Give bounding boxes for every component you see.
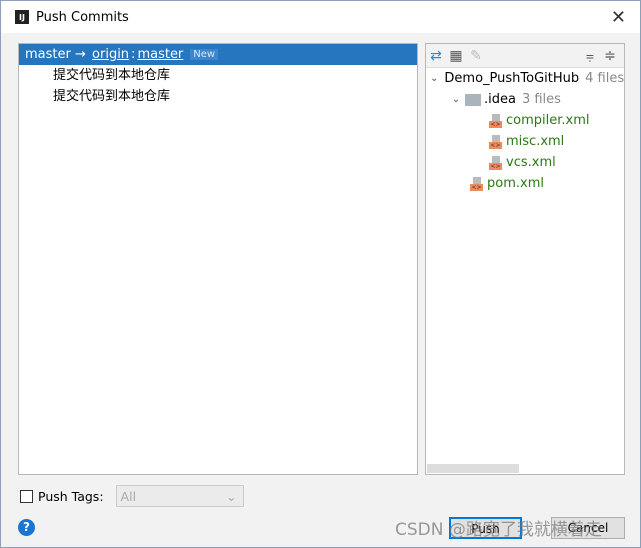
xml-file-icon bbox=[470, 176, 483, 191]
commits-panel: master → origin : master New 提交代码到本地仓库 提… bbox=[18, 43, 418, 475]
push-tags-row: Push Tags: All ⌄ bbox=[20, 485, 244, 507]
dialog-title: Push Commits bbox=[36, 9, 129, 25]
changes-toolbar: ⇄ ▦ ✎ ⩦ ≑ bbox=[426, 44, 624, 68]
commit-item[interactable]: 提交代码到本地仓库 bbox=[19, 65, 417, 86]
push-tags-checkbox[interactable] bbox=[20, 489, 33, 503]
tags-select[interactable]: All ⌄ bbox=[115, 485, 244, 507]
tree-file[interactable]: vcs.xml bbox=[426, 152, 624, 173]
chevron-down-icon: ⌄ bbox=[226, 488, 237, 504]
watermark: CSDN @路宽了我就横着走 bbox=[395, 520, 602, 540]
xml-file-icon bbox=[489, 155, 502, 170]
expand-all-icon[interactable]: ⩦ bbox=[580, 48, 600, 64]
changes-panel: ⇄ ▦ ✎ ⩦ ≑ ⌄ Demo_PushToGitHub 4 files ⌄ … bbox=[425, 43, 625, 475]
tree-file[interactable]: compiler.xml bbox=[426, 110, 624, 131]
tree-file[interactable]: pom.xml bbox=[426, 173, 624, 194]
folder-icon bbox=[465, 93, 481, 106]
collapse-all-icon[interactable]: ≑ bbox=[600, 48, 620, 64]
push-commits-dialog: IJ Push Commits ✕ master → origin : mast… bbox=[0, 0, 641, 548]
intellij-logo-icon: IJ bbox=[15, 10, 29, 24]
local-branch: master bbox=[25, 47, 71, 62]
edit-icon[interactable]: ✎ bbox=[466, 48, 486, 64]
push-tags-label: Push Tags: bbox=[38, 488, 104, 504]
xml-file-icon bbox=[489, 134, 502, 149]
tree-root[interactable]: ⌄ Demo_PushToGitHub 4 files bbox=[426, 68, 624, 89]
remote-link[interactable]: origin bbox=[92, 47, 129, 62]
chevron-down-icon[interactable]: ⌄ bbox=[450, 94, 462, 105]
chevron-down-icon[interactable]: ⌄ bbox=[430, 73, 438, 84]
close-button[interactable]: ✕ bbox=[611, 7, 626, 28]
xml-file-icon bbox=[489, 113, 502, 128]
tree-folder[interactable]: ⌄ .idea 3 files bbox=[426, 89, 624, 110]
arrow: → bbox=[74, 47, 86, 62]
separator: : bbox=[131, 47, 136, 62]
horizontal-scrollbar[interactable] bbox=[427, 464, 519, 473]
title-bar: IJ Push Commits ✕ bbox=[1, 1, 640, 33]
remote-branch-link[interactable]: master bbox=[137, 47, 183, 62]
help-button[interactable]: ? bbox=[18, 519, 35, 536]
branch-row[interactable]: master → origin : master New bbox=[19, 44, 417, 65]
compare-icon[interactable]: ⇄ bbox=[426, 48, 446, 64]
new-badge: New bbox=[190, 49, 219, 60]
group-by-icon[interactable]: ▦ bbox=[446, 48, 466, 64]
commit-item[interactable]: 提交代码到本地仓库 bbox=[19, 86, 417, 107]
tree-file[interactable]: misc.xml bbox=[426, 131, 624, 152]
